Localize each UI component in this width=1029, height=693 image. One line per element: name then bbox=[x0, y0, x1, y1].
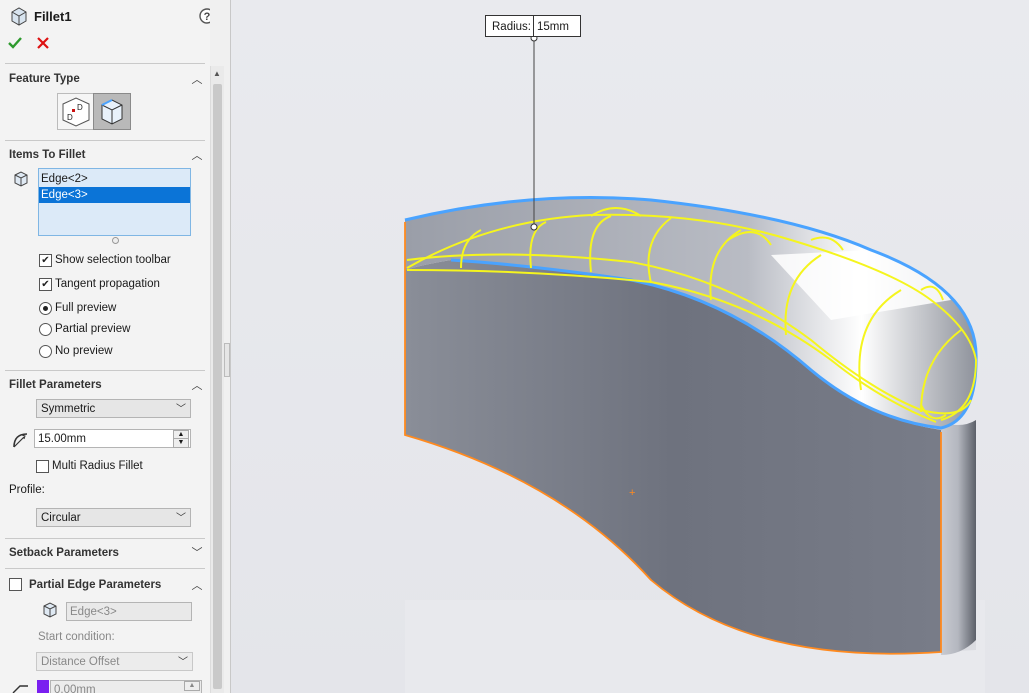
panel-splitter[interactable] bbox=[224, 0, 231, 693]
no-preview-label: No preview bbox=[55, 345, 113, 357]
divider bbox=[5, 370, 205, 371]
divider bbox=[5, 140, 205, 141]
close-icon[interactable] bbox=[35, 35, 51, 51]
start-condition-select: Distance Offset ﹀ bbox=[36, 652, 193, 671]
chevron-down-icon[interactable]: ﹀ bbox=[190, 544, 204, 560]
fillet-method-select[interactable]: Symmetric ﹀ bbox=[36, 399, 191, 418]
graphics-area[interactable]: + Radius: 15mm bbox=[231, 0, 1029, 693]
fillet-xpert-button[interactable] bbox=[93, 93, 131, 130]
partial-preview-radio[interactable] bbox=[39, 323, 52, 336]
start-condition-value: Distance Offset bbox=[41, 656, 120, 668]
divider bbox=[5, 63, 205, 64]
section-title-items-to-fillet: Items To Fillet bbox=[9, 149, 86, 161]
chevron-up-icon[interactable]: ︿ bbox=[190, 377, 204, 393]
help-icon[interactable]: ? bbox=[199, 8, 210, 24]
color-swatch bbox=[37, 680, 49, 693]
offset-value: 0.00mm bbox=[54, 684, 96, 693]
start-condition-label: Start condition: bbox=[38, 631, 115, 643]
fillet-xpert-icon bbox=[101, 99, 123, 125]
partial-edge-value: Edge<3> bbox=[70, 606, 117, 618]
spin-down-icon[interactable]: ▼ bbox=[173, 438, 189, 448]
section-title-feature-type: Feature Type bbox=[9, 73, 80, 85]
profile-value: Circular bbox=[41, 512, 81, 524]
callout-label: Radius: bbox=[492, 21, 531, 33]
radius-icon bbox=[10, 429, 32, 449]
radius-callout[interactable]: Radius: 15mm bbox=[485, 15, 581, 37]
list-item[interactable]: Edge<2> bbox=[39, 171, 190, 187]
manual-fillet-button[interactable]: DD bbox=[57, 93, 95, 130]
manual-fillet-icon: DD bbox=[62, 97, 90, 127]
items-listbox[interactable]: Edge<2> Edge<3> bbox=[38, 168, 191, 236]
list-item[interactable]: Edge<3> bbox=[39, 187, 190, 203]
spin-up-icon: ▲ bbox=[184, 681, 200, 691]
check-icon[interactable] bbox=[7, 35, 23, 51]
chevron-down-icon: ﹀ bbox=[176, 513, 186, 524]
divider bbox=[5, 568, 205, 569]
offset-input: 0.00mm ▲ bbox=[50, 680, 202, 693]
multi-radius-label: Multi Radius Fillet bbox=[52, 460, 143, 472]
edge-selection-icon bbox=[12, 170, 30, 188]
origin-marker: + bbox=[629, 487, 635, 499]
callout-divider bbox=[533, 16, 534, 36]
scrollbar[interactable]: ▲ bbox=[210, 66, 225, 693]
feature-title: Fillet1 bbox=[34, 9, 72, 24]
fillet-method-value: Symmetric bbox=[41, 403, 96, 415]
edge-icon bbox=[41, 601, 59, 619]
partial-edge-checkbox[interactable] bbox=[9, 578, 22, 591]
scrollbar-thumb[interactable] bbox=[213, 84, 222, 689]
offset-icon bbox=[10, 681, 32, 693]
radius-value: 15.00mm bbox=[38, 433, 86, 445]
profile-select[interactable]: Circular ﹀ bbox=[36, 508, 191, 527]
model-canvas: + bbox=[404, 34, 985, 693]
section-title-fillet-parameters: Fillet Parameters bbox=[9, 379, 102, 391]
svg-text:D: D bbox=[77, 103, 83, 112]
no-preview-radio[interactable] bbox=[39, 345, 52, 358]
show-selection-toolbar-checkbox[interactable]: ✔ bbox=[39, 254, 52, 267]
chevron-up-icon[interactable]: ︿ bbox=[190, 147, 204, 163]
tangent-propagation-label: Tangent propagation bbox=[55, 278, 160, 290]
fillet-feature-icon bbox=[9, 6, 29, 26]
section-title-partial-edge-parameters: Partial Edge Parameters bbox=[29, 579, 162, 591]
scroll-up-icon[interactable]: ▲ bbox=[213, 69, 221, 78]
profile-label: Profile: bbox=[9, 484, 45, 496]
chevron-down-icon: ﹀ bbox=[176, 404, 186, 415]
multi-radius-checkbox[interactable] bbox=[36, 460, 49, 473]
chevron-up-icon[interactable]: ︿ bbox=[190, 577, 204, 593]
partial-preview-label: Partial preview bbox=[55, 323, 131, 335]
callout-anchor bbox=[530, 223, 538, 231]
section-title-setback-parameters: Setback Parameters bbox=[9, 547, 119, 559]
show-selection-toolbar-label: Show selection toolbar bbox=[55, 254, 171, 266]
radius-input[interactable]: 15.00mm ▲ ▼ bbox=[34, 429, 191, 448]
svg-text:D: D bbox=[67, 113, 73, 122]
chevron-up-icon[interactable]: ︿ bbox=[190, 71, 204, 87]
resize-handle[interactable] bbox=[112, 237, 119, 244]
full-preview-radio[interactable] bbox=[39, 302, 52, 315]
divider bbox=[5, 538, 205, 539]
property-manager: Fillet1 ? Feature Type ︿ DD Items To Fil… bbox=[0, 0, 210, 693]
tangent-propagation-checkbox[interactable]: ✔ bbox=[39, 278, 52, 291]
partial-edge-field: Edge<3> bbox=[66, 602, 192, 621]
callout-value[interactable]: 15mm bbox=[537, 16, 569, 38]
chevron-down-icon: ﹀ bbox=[178, 657, 188, 668]
collapse-handle[interactable] bbox=[224, 343, 230, 377]
full-preview-label: Full preview bbox=[55, 302, 117, 314]
svg-text:?: ? bbox=[204, 11, 210, 23]
